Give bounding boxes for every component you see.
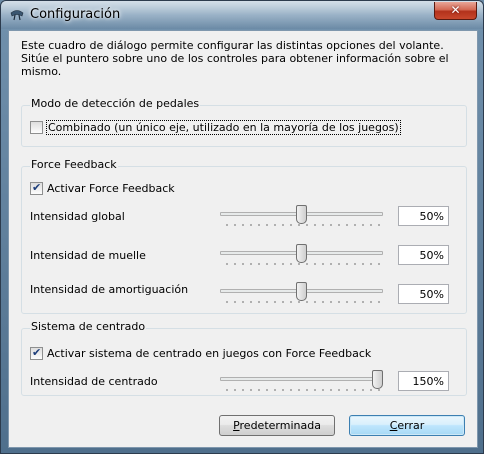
window-title: Configuración [30,7,121,22]
slider-thumb[interactable] [296,282,307,301]
slider-thumb[interactable] [296,244,307,263]
enable-centering-label[interactable]: Activar sistema de centrado en juegos co… [47,347,371,360]
spring-intensity-value: 50% [398,245,449,265]
slider-ticks [223,263,380,265]
default-button-label: Predeterminada [233,419,321,432]
intro-text: Este cuadro de diálogo permite configura… [21,39,449,78]
centering-intensity-value: 150% [398,371,449,391]
close-button-label: Cerrar [389,419,425,432]
steering-wheel-icon [10,10,24,21]
slider-track [220,377,383,381]
spring-intensity-label: Intensidad de muelle [30,249,146,262]
close-window-button[interactable]: ✕ [434,2,477,20]
dialog-window: Configuración ✕ Este cuadro de diálogo p… [0,0,484,454]
centering-intensity-label: Intensidad de centrado [30,375,158,388]
combined-pedals-checkbox-row[interactable]: Combinado (un único eje, utilizado en la… [30,120,401,135]
global-intensity-label: Intensidad global [30,210,125,223]
slider-ticks [223,224,380,226]
slider-ticks [223,301,380,303]
enable-force-feedback-checkbox[interactable] [30,181,43,195]
damping-intensity-value: 50% [398,284,449,304]
pedals-group-title: Modo de detección de pedales [30,97,201,110]
global-intensity-value: 50% [398,206,449,226]
enable-force-feedback-label[interactable]: Activar Force Feedback [47,182,175,195]
enable-force-feedback-row[interactable]: Activar Force Feedback [30,181,175,195]
combined-pedals-label[interactable]: Combinado (un único eje, utilizado en la… [46,120,401,135]
combined-pedals-checkbox[interactable] [30,121,43,134]
dialog-client-area: Este cuadro de diálogo permite configura… [8,30,478,448]
force-feedback-group-title: Force Feedback [30,158,118,171]
pedals-group: Modo de detección de pedales Combinado (… [21,97,467,147]
centering-group-title: Sistema de centrado [30,320,147,333]
slider-ticks [223,389,380,391]
centering-group: Sistema de centrado Activar sistema de c… [21,320,467,396]
damping-intensity-slider[interactable] [220,282,383,304]
centering-intensity-slider[interactable] [220,370,383,392]
enable-centering-row[interactable]: Activar sistema de centrado en juegos co… [30,346,371,360]
force-feedback-group: Force Feedback Activar Force Feedback In… [21,158,467,314]
global-intensity-slider[interactable] [220,205,383,227]
close-icon: ✕ [450,3,461,17]
enable-centering-checkbox[interactable] [30,346,43,360]
close-button[interactable]: Cerrar [349,415,465,436]
title-bar[interactable]: Configuración ✕ [1,1,483,29]
default-button[interactable]: Predeterminada [219,415,335,436]
slider-thumb[interactable] [296,205,307,224]
spring-intensity-slider[interactable] [220,244,383,266]
damping-intensity-label: Intensidad de amortiguación [30,283,189,296]
slider-thumb[interactable] [372,370,383,389]
